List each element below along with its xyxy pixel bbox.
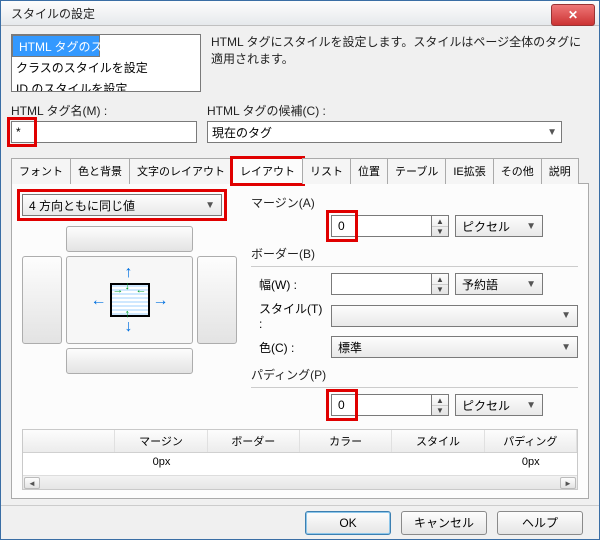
close-icon: ✕ [568,8,578,22]
summary-table: マージン ボーダー カラー スタイル パディング 0px 0px ◄ ► [22,429,578,490]
border-style-label: スタイル(T) : [251,300,325,331]
candidates-value: 現在のタグ [212,124,272,141]
title-bar: スタイルの設定 ✕ [1,1,599,26]
border-color-label: 色(C) : [251,339,325,356]
padding-spinner[interactable]: ▲▼ [431,394,449,416]
cell-padding: 0px [485,453,577,475]
border-style-select[interactable]: ▼ [331,305,578,327]
tab-list[interactable]: リスト [302,158,351,184]
tab-other[interactable]: その他 [493,158,542,184]
table-header: マージン ボーダー カラー スタイル パディング [23,430,577,453]
padding-diagram: ↑ ↓ ← → → ← ↓ ↑ [22,226,237,374]
candidates-combo[interactable]: 現在のタグ ▼ [207,121,562,143]
tab-color-bg[interactable]: 色と背景 [70,158,130,184]
scroll-left-icon[interactable]: ◄ [24,477,40,489]
dialog-footer: OK キャンセル ヘルプ [1,505,599,539]
style-mode-list[interactable]: HTML タグのスタイルを設定 クラスのスタイルを設定 ID のスタイルを設定 [11,34,201,92]
chevron-down-icon: ▼ [526,221,536,232]
spin-up-icon: ▲ [432,395,448,406]
tab-strip: フォント 色と背景 文字のレイアウト レイアウト リスト 位置 テーブル IE拡… [11,157,589,184]
tab-font[interactable]: フォント [11,158,71,184]
arrow-left-icon: ← [91,292,107,310]
padding-unit-select[interactable]: ピクセル▼ [455,394,543,416]
margin-input[interactable] [331,215,431,237]
tab-position[interactable]: 位置 [350,158,388,184]
th-padding: パディング [485,430,577,452]
tab-text-layout[interactable]: 文字のレイアウト [129,158,233,184]
border-label: ボーダー(B) [251,245,578,262]
chevron-down-icon: ▼ [561,310,571,321]
arrow-right-icon: → [153,292,169,310]
chevron-down-icon: ▼ [561,342,571,353]
pad-bottom-button[interactable] [66,348,193,374]
border-width-unit-select[interactable]: 予約語▼ [455,273,543,295]
help-button[interactable]: ヘルプ [497,511,583,535]
cancel-button[interactable]: キャンセル [401,511,487,535]
padding-input[interactable] [331,394,431,416]
tab-desc[interactable]: 説明 [541,158,579,184]
spin-down-icon: ▼ [432,406,448,416]
spin-up-icon: ▲ [432,274,448,285]
ok-button[interactable]: OK [305,511,391,535]
chevron-down-icon: ▼ [526,400,536,411]
spin-up-icon: ▲ [432,216,448,227]
pad-top-button[interactable] [66,226,193,252]
th-color: カラー [300,430,392,452]
table-scrollbar[interactable]: ◄ ► [23,475,577,489]
margin-spinner[interactable]: ▲▼ [431,215,449,237]
th-border: ボーダー [208,430,300,452]
list-item[interactable]: ID のスタイルを設定 [12,78,200,92]
arrow-in-icon: ↓ [125,280,131,292]
chevron-down-icon: ▼ [205,200,215,211]
direction-value: 4 方向ともに同じ値 [29,197,135,214]
chevron-down-icon: ▼ [547,127,557,138]
arrow-in-icon: ← [136,284,147,296]
border-width-input[interactable] [331,273,431,295]
border-width-spinner[interactable]: ▲▼ [431,273,449,295]
arrow-in-icon: ↑ [125,308,131,320]
tagname-input[interactable] [11,121,197,143]
th-style: スタイル [392,430,484,452]
table-row: 0px 0px [23,453,577,475]
tagname-label: HTML タグ名(M) : [11,102,197,119]
description-text: HTML タグにスタイルを設定します。スタイルはページ全体のタグに適用されます。 [211,34,589,92]
spin-down-icon: ▼ [432,227,448,237]
chevron-down-icon: ▼ [526,279,536,290]
tab-table[interactable]: テーブル [387,158,446,184]
tab-layout[interactable]: レイアウト [232,158,303,184]
pad-right-button[interactable] [197,256,237,344]
scroll-right-icon[interactable]: ► [560,477,576,489]
list-item[interactable]: クラスのスタイルを設定 [12,57,200,78]
divider [251,387,578,388]
candidates-label: HTML タグの候補(C) : [207,102,562,119]
content-area: HTML タグのスタイルを設定 クラスのスタイルを設定 ID のスタイルを設定 … [1,26,599,505]
list-item[interactable]: HTML タグのスタイルを設定 [12,35,100,57]
th-margin: マージン [115,430,207,452]
padding-label: パディング(P) [251,366,578,383]
margin-unit-select[interactable]: ピクセル▼ [455,215,543,237]
cell-margin: 0px [115,453,207,475]
arrow-in-icon: → [113,284,124,296]
direction-select[interactable]: 4 方向ともに同じ値 ▼ [22,194,222,216]
border-color-select[interactable]: 標準▼ [331,336,578,358]
arrow-down-icon: ↓ [125,318,133,336]
margin-label: マージン(A) [251,194,578,211]
spin-down-icon: ▼ [432,285,448,295]
pad-left-button[interactable] [22,256,62,344]
tab-body: 4 方向ともに同じ値 ▼ ↑ ↓ ← → [11,184,589,499]
tab-ie[interactable]: IE拡張 [445,158,493,184]
dialog-window: スタイルの設定 ✕ HTML タグのスタイルを設定 クラスのスタイルを設定 ID… [0,0,600,540]
pad-center: ↑ ↓ ← → → ← ↓ ↑ [66,256,193,344]
window-title: スタイルの設定 [11,5,95,22]
divider [251,266,578,267]
close-button[interactable]: ✕ [551,4,595,26]
border-width-label: 幅(W) : [251,276,325,293]
